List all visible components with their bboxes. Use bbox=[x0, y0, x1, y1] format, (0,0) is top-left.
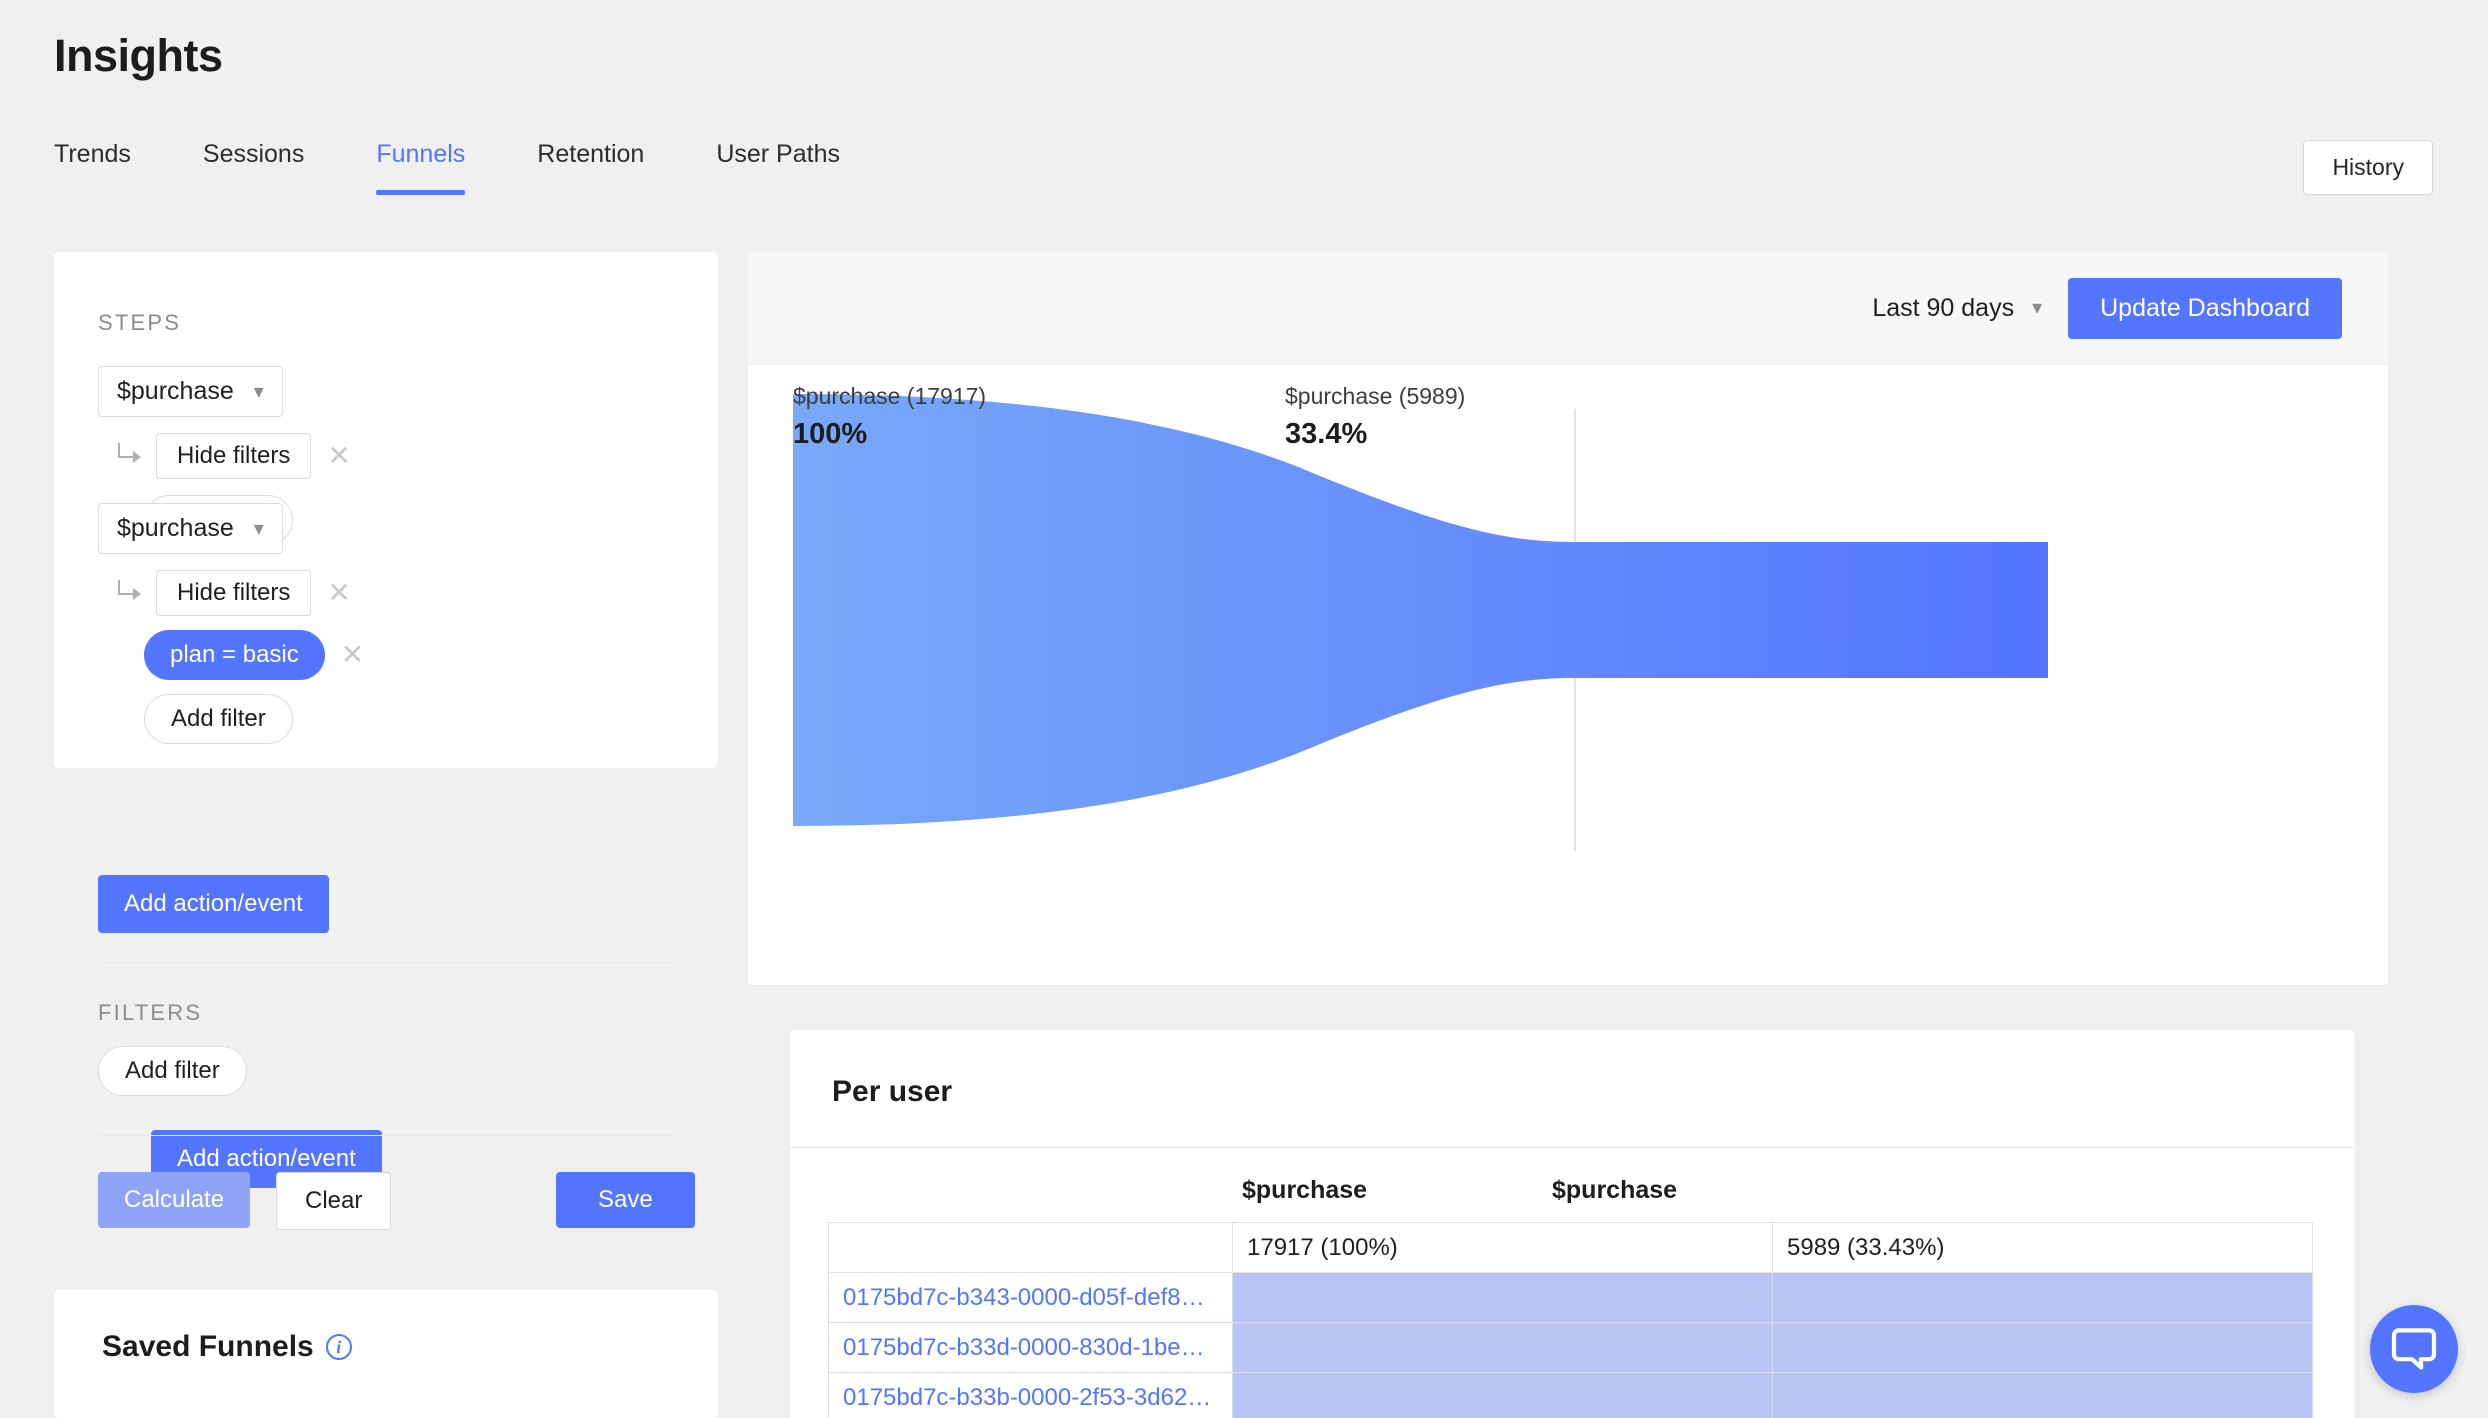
step-2-event-label: $purchase bbox=[117, 514, 234, 543]
tab-user-paths[interactable]: User Paths bbox=[680, 140, 876, 195]
per-user-panel: Per user $purchase $purchase 17917 (100%… bbox=[790, 1030, 2355, 1418]
global-add-filter-button[interactable]: Add filter bbox=[98, 1046, 247, 1096]
funnel-step-1-header: $purchase (17917) 100% bbox=[793, 383, 986, 451]
funnel-visualization: $purchase (17917) 100% $purchase (5989) … bbox=[748, 365, 2388, 865]
funnel-band bbox=[793, 394, 2048, 826]
tab-funnels[interactable]: Funnels bbox=[340, 140, 501, 195]
user-id-link[interactable]: 0175bd7c-b33d-0000-830d-1be… bbox=[843, 1334, 1205, 1361]
step-1-cell bbox=[1233, 1273, 1773, 1323]
table-row: 0175bd7c-b343-0000-d05f-def8… bbox=[829, 1273, 2313, 1323]
saved-funnels-label: Saved Funnels bbox=[102, 1330, 314, 1364]
property-filter-pill[interactable]: plan = basic bbox=[144, 630, 325, 680]
summary-cell-2: 5989 (33.43%) bbox=[1773, 1223, 2313, 1273]
summary-cell-0 bbox=[829, 1223, 1233, 1273]
funnel-chart-panel: Last 90 days ▾ Update Dashboard $purchas… bbox=[748, 252, 2388, 985]
table-row: 0175bd7c-b33b-0000-2f53-3d62… bbox=[829, 1373, 2313, 1418]
saved-funnels-panel: Saved Funnels i bbox=[54, 1290, 718, 1418]
steps-section-label: STEPS bbox=[98, 310, 181, 336]
step-2-cell bbox=[1773, 1373, 2313, 1418]
summary-cell-1: 17917 (100%) bbox=[1233, 1223, 1773, 1273]
step-2-hide-filters-button[interactable]: Hide filters bbox=[156, 570, 311, 616]
date-range-label: Last 90 days bbox=[1872, 294, 2014, 323]
filters-section-label: FILTERS bbox=[98, 1000, 202, 1026]
step-2-add-filter-button[interactable]: Add filter bbox=[144, 694, 293, 744]
table-summary-row: 17917 (100%) 5989 (33.43%) bbox=[829, 1223, 2313, 1273]
branch-arrow-icon bbox=[116, 443, 144, 469]
step-1-cell bbox=[1233, 1373, 1773, 1418]
step-1-cell bbox=[1233, 1323, 1773, 1373]
saved-funnels-title: Saved Funnels i bbox=[102, 1330, 352, 1364]
funnel-step-2: $purchase ▾ Hide filters ✕ plan = basic … bbox=[98, 503, 368, 744]
chat-bubble-icon bbox=[2390, 1326, 2438, 1372]
update-dashboard-button[interactable]: Update Dashboard bbox=[2068, 278, 2342, 339]
per-user-divider bbox=[790, 1147, 2355, 1148]
table-row: 0175bd7c-b33d-0000-830d-1be… bbox=[829, 1323, 2313, 1373]
tab-trends[interactable]: Trends bbox=[50, 140, 167, 195]
add-action-event-wrap: Add action/event bbox=[98, 875, 329, 933]
user-id-link[interactable]: 0175bd7c-b343-0000-d05f-def8… bbox=[843, 1284, 1205, 1311]
funnel-step-2-name: $purchase (5989) bbox=[1285, 383, 1465, 410]
step-2-cell bbox=[1773, 1273, 2313, 1323]
per-user-table: 17917 (100%) 5989 (33.43%) 0175bd7c-b343… bbox=[828, 1222, 2313, 1418]
divider-filters-actions bbox=[98, 1135, 674, 1136]
funnel-step-1-percent: 100% bbox=[793, 418, 986, 451]
add-action-event-button-main[interactable]: Add action/event bbox=[98, 875, 329, 933]
user-id-cell: 0175bd7c-b33b-0000-2f53-3d62… bbox=[829, 1373, 1233, 1418]
funnel-step-2-percent: 33.4% bbox=[1285, 418, 1465, 451]
clear-button[interactable]: Clear bbox=[276, 1172, 391, 1230]
step-2-property-row: plan = basic ✕ bbox=[144, 630, 368, 680]
funnel-config-panel: STEPS $purchase ▾ Hide filters ✕ Add fil… bbox=[54, 252, 718, 768]
user-id-cell: 0175bd7c-b343-0000-d05f-def8… bbox=[829, 1273, 1233, 1323]
chevron-down-icon: ▾ bbox=[254, 382, 264, 402]
column-header-2: $purchase bbox=[1552, 1176, 1677, 1205]
step-2-filter-row: Hide filters ✕ bbox=[116, 570, 368, 616]
chevron-down-icon: ▾ bbox=[254, 519, 264, 539]
divider-steps-filters bbox=[98, 962, 674, 963]
step-1-hide-filters-button[interactable]: Hide filters bbox=[156, 433, 311, 479]
save-button[interactable]: Save bbox=[556, 1172, 695, 1228]
user-id-cell: 0175bd7c-b33d-0000-830d-1be… bbox=[829, 1323, 1233, 1373]
tab-retention[interactable]: Retention bbox=[501, 140, 680, 195]
info-icon[interactable]: i bbox=[326, 1334, 352, 1360]
step-2-event-select[interactable]: $purchase ▾ bbox=[98, 503, 283, 554]
tab-bar: Trends Sessions Funnels Retention User P… bbox=[50, 140, 876, 195]
funnel-step-2-header: $purchase (5989) 33.4% bbox=[1285, 383, 1465, 451]
user-id-link[interactable]: 0175bd7c-b33b-0000-2f53-3d62… bbox=[843, 1384, 1211, 1411]
insights-page: Insights Trends Sessions Funnels Retenti… bbox=[0, 0, 2488, 1418]
calculate-button[interactable]: Calculate bbox=[98, 1172, 250, 1228]
close-icon[interactable]: ✕ bbox=[323, 579, 354, 607]
date-range-selector[interactable]: Last 90 days ▾ bbox=[1872, 294, 2042, 323]
step-2-cell bbox=[1773, 1323, 2313, 1373]
step-1-event-select[interactable]: $purchase ▾ bbox=[98, 366, 283, 417]
chat-widget-button[interactable] bbox=[2370, 1305, 2458, 1393]
funnel-shape-svg bbox=[748, 365, 2388, 865]
branch-arrow-icon bbox=[116, 580, 144, 606]
per-user-title: Per user bbox=[832, 1075, 952, 1109]
history-button[interactable]: History bbox=[2303, 140, 2433, 195]
step-1-event-label: $purchase bbox=[117, 377, 234, 406]
funnel-toolbar: Last 90 days ▾ Update Dashboard bbox=[748, 252, 2388, 365]
step-2-add-filter-wrap: Add filter bbox=[144, 694, 368, 744]
tab-sessions[interactable]: Sessions bbox=[167, 140, 340, 195]
chevron-down-icon: ▾ bbox=[2032, 298, 2042, 318]
close-icon[interactable]: ✕ bbox=[323, 442, 354, 470]
per-user-column-headers: $purchase $purchase bbox=[790, 1176, 2355, 1220]
column-header-1: $purchase bbox=[1242, 1176, 1367, 1205]
page-title: Insights bbox=[54, 30, 223, 82]
step-1-filter-row: Hide filters ✕ bbox=[116, 433, 355, 479]
funnel-step-1-name: $purchase (17917) bbox=[793, 383, 986, 410]
close-icon[interactable]: ✕ bbox=[337, 641, 368, 669]
